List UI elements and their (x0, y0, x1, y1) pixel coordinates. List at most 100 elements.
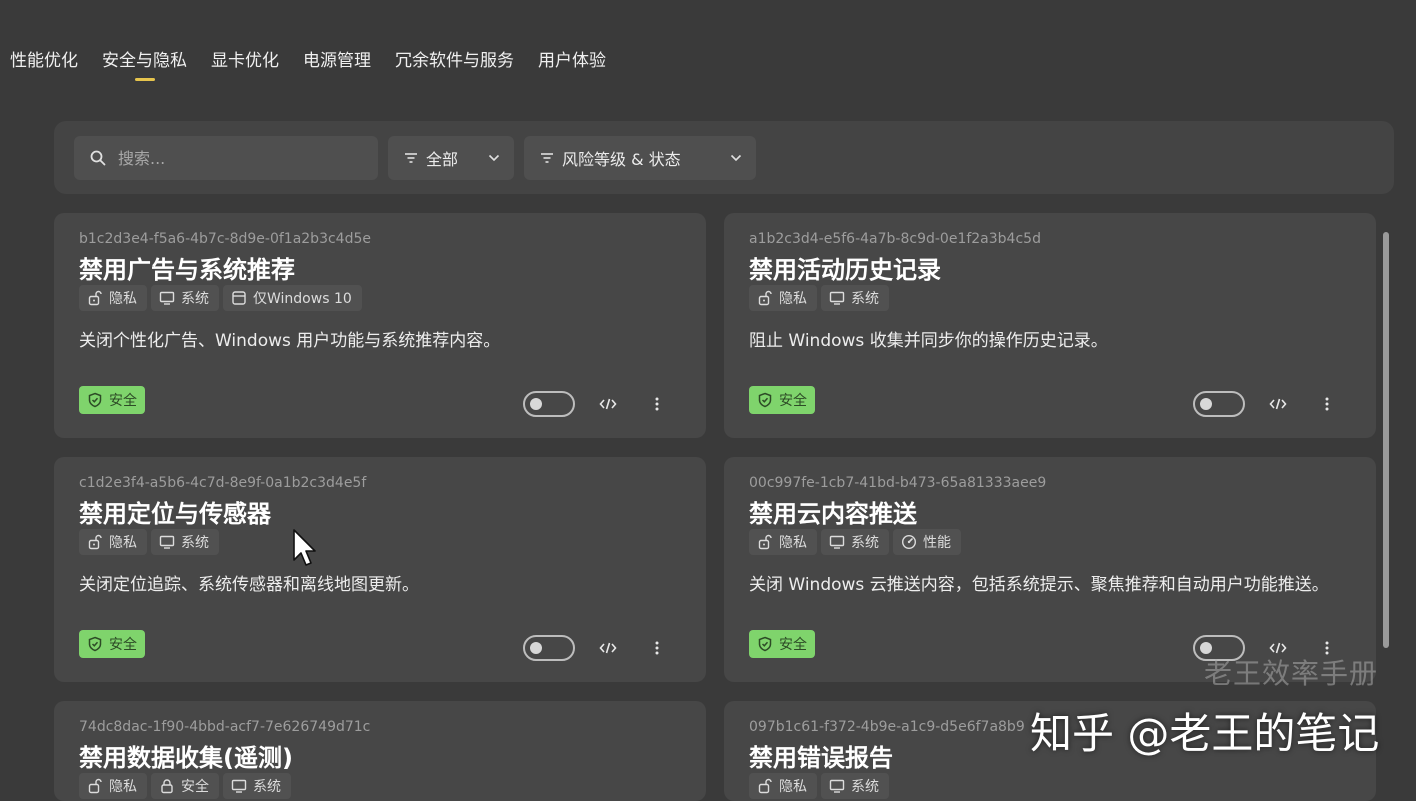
privacy-icon (758, 534, 772, 550)
code-icon (599, 398, 617, 410)
tweak-card: c1d2e3f4-a5b6-4c7d-8e9f-0a1b2c3d4e5f 禁用定… (54, 457, 706, 682)
tag-system: 系统 (151, 529, 219, 555)
tag-system: 系统 (821, 529, 889, 555)
view-code-button[interactable] (1265, 391, 1291, 417)
tweak-id: c1d2e3f4-a5b6-4c7d-8e9f-0a1b2c3d4e5f (79, 475, 367, 491)
safe-badge: 安全 (749, 630, 815, 658)
shield-check-icon (88, 392, 102, 408)
tab-performance[interactable]: 性能优化 (10, 46, 78, 81)
tweak-title: 禁用错误报告 (749, 744, 893, 772)
tweak-title: 禁用活动历史记录 (749, 256, 941, 284)
more-options-button[interactable] (646, 391, 668, 417)
tag-security: 安全 (151, 773, 219, 799)
tag-label: 隐私 (109, 779, 137, 795)
tweak-title: 禁用数据收集(遥测) (79, 744, 293, 772)
tweak-id: b1c2d3e4-f5a6-4b7c-8d9e-0f1a2b3c4d5e (79, 231, 371, 247)
tag-list: 隐私 系统 (79, 529, 219, 555)
tweak-title: 禁用云内容推送 (749, 500, 917, 528)
tab-power[interactable]: 电源管理 (303, 46, 371, 81)
windows-version-icon (232, 291, 246, 305)
tweak-title: 禁用广告与系统推荐 (79, 256, 295, 284)
tag-label: 仅Windows 10 (253, 291, 352, 307)
more-options-button[interactable] (646, 635, 668, 661)
tab-user-experience[interactable]: 用户体验 (538, 46, 606, 81)
tweak-description: 关闭定位追踪、系统传感器和离线地图更新。 (79, 575, 419, 595)
view-code-button[interactable] (595, 391, 621, 417)
tag-label: 系统 (851, 291, 879, 307)
enable-toggle[interactable] (523, 391, 575, 417)
safe-badge: 安全 (749, 386, 815, 414)
toggle-knob (530, 642, 542, 654)
system-icon (159, 291, 175, 305)
system-icon (231, 779, 247, 793)
tab-gpu[interactable]: 显卡优化 (211, 46, 279, 81)
system-icon (159, 535, 175, 549)
privacy-icon (88, 778, 102, 794)
system-icon (829, 779, 845, 793)
tweak-card: b1c2d3e4-f5a6-4b7c-8d9e-0f1a2b3c4d5e 禁用广… (54, 213, 706, 438)
more-vertical-icon (1325, 397, 1329, 411)
tweak-title: 禁用定位与传感器 (79, 500, 271, 528)
scrollbar-thumb[interactable] (1383, 232, 1389, 648)
search-icon (90, 150, 106, 166)
tag-label: 隐私 (109, 291, 137, 307)
tweak-id: a1b2c3d4-e5f6-4a7b-8c9d-0e1f2a3b4c5d (749, 231, 1041, 247)
tab-security-privacy[interactable]: 安全与隐私 (102, 46, 187, 81)
category-filter-dropdown[interactable]: 全部 (388, 136, 514, 180)
code-icon (1269, 398, 1287, 410)
performance-icon (901, 534, 917, 550)
risk-status-filter-dropdown[interactable]: 风险等级 & 状态 (524, 136, 756, 180)
tag-list: 隐私 系统 性能 (749, 529, 961, 555)
privacy-icon (758, 778, 772, 794)
toggle-knob (1200, 398, 1212, 410)
tag-label: 隐私 (779, 779, 807, 795)
safe-badge: 安全 (79, 630, 145, 658)
risk-level-label: 安全 (109, 637, 137, 653)
tag-system: 系统 (821, 285, 889, 311)
system-icon (829, 291, 845, 305)
source-watermark: 知乎 @老王的笔记 (1030, 709, 1380, 758)
chevron-down-icon (730, 154, 742, 162)
tweak-description: 关闭 Windows 云推送内容，包括系统提示、聚焦推荐和自动用户功能推送。 (749, 575, 1329, 595)
system-icon (829, 535, 845, 549)
privacy-icon (88, 290, 102, 306)
security-icon (161, 779, 173, 794)
toggle-knob (530, 398, 542, 410)
tweak-id: 74dc8dac-1f90-4bbd-acf7-7e626749d71c (79, 719, 371, 735)
tag-privacy: 隐私 (749, 529, 817, 555)
view-code-button[interactable] (595, 635, 621, 661)
tag-windows-version: 仅Windows 10 (223, 285, 362, 311)
tag-performance: 性能 (893, 529, 961, 555)
tag-label: 系统 (181, 535, 209, 551)
more-options-button[interactable] (1316, 391, 1338, 417)
tweak-description: 关闭个性化广告、Windows 用户功能与系统推荐内容。 (79, 331, 501, 351)
enable-toggle[interactable] (523, 635, 575, 661)
tag-privacy: 隐私 (749, 773, 817, 799)
tweak-card: 00c997fe-1cb7-41bd-b473-65a81333aee9 禁用云… (724, 457, 1376, 682)
tab-bloatware[interactable]: 冗余软件与服务 (395, 46, 514, 81)
tag-label: 隐私 (109, 535, 137, 551)
tag-privacy: 隐私 (79, 529, 147, 555)
tag-label: 系统 (851, 535, 879, 551)
more-vertical-icon (655, 641, 659, 655)
tweak-card: 74dc8dac-1f90-4bbd-acf7-7e626749d71c 禁用数… (54, 701, 706, 801)
tag-label: 性能 (923, 535, 951, 551)
tag-system: 系统 (223, 773, 291, 799)
tag-list: 隐私 系统 (749, 285, 889, 311)
tag-list: 隐私 安全 系统 (79, 773, 291, 799)
search-input[interactable] (116, 147, 360, 169)
tweak-description: 阻止 Windows 收集并同步你的操作历史记录。 (749, 331, 1108, 351)
privacy-icon (88, 534, 102, 550)
filter-icon (405, 153, 417, 163)
tag-label: 系统 (253, 779, 281, 795)
shield-check-icon (758, 392, 772, 408)
tag-label: 隐私 (779, 291, 807, 307)
enable-toggle[interactable] (1193, 391, 1245, 417)
mouse-cursor-icon (293, 529, 316, 566)
risk-level-label: 安全 (779, 637, 807, 653)
safe-badge: 安全 (79, 386, 145, 414)
search-box[interactable] (74, 136, 378, 180)
tag-privacy: 隐私 (79, 285, 147, 311)
shield-check-icon (88, 636, 102, 652)
risk-level-label: 安全 (109, 393, 137, 409)
